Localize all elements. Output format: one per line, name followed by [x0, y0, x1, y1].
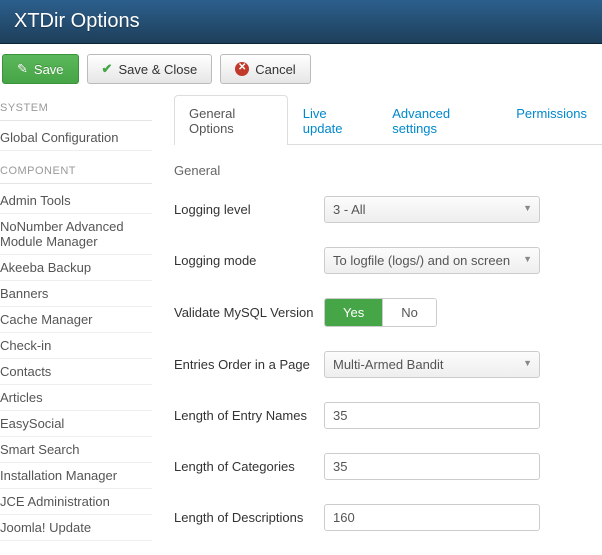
sidebar-item-admin-tools[interactable]: Admin Tools: [0, 188, 152, 214]
page-title: XTDir Options: [14, 10, 588, 33]
sidebar-item-akeeba-backup[interactable]: Akeeba Backup: [0, 255, 152, 281]
field-length-entry-names: Length of Entry Names: [174, 402, 602, 429]
field-length-descriptions: Length of Descriptions: [174, 504, 602, 531]
sidebar-item-banners[interactable]: Banners: [0, 281, 152, 307]
sidebar-group-title: SYSTEM: [0, 98, 152, 121]
sidebar-item-installation-manager[interactable]: Installation Manager: [0, 463, 152, 489]
field-logging-level: Logging level 3 - All: [174, 196, 602, 223]
page-header: XTDir Options: [0, 0, 602, 44]
apply-icon: ✎: [17, 61, 28, 77]
save-close-button-label: Save & Close: [118, 62, 197, 77]
sidebar: SYSTEM Global Configuration COMPONENT Ad…: [0, 94, 152, 555]
sidebar-item-smart-search[interactable]: Smart Search: [0, 437, 152, 463]
main: General Options Live update Advanced set…: [152, 94, 602, 555]
length-descriptions-input[interactable]: [324, 504, 540, 531]
field-label: Validate MySQL Version: [174, 305, 324, 320]
validate-mysql-no[interactable]: No: [382, 299, 436, 326]
toolbar: ✎ Save ✔ Save & Close ✕ Cancel: [0, 44, 602, 94]
validate-mysql-yes[interactable]: Yes: [325, 299, 382, 326]
cancel-button-label: Cancel: [255, 62, 295, 77]
sidebar-item-joomla-update[interactable]: Joomla! Update: [0, 515, 152, 541]
field-length-categories: Length of Categories: [174, 453, 602, 480]
logging-level-select[interactable]: 3 - All: [324, 196, 540, 223]
field-label: Logging level: [174, 202, 324, 217]
validate-mysql-toggle: Yes No: [324, 298, 437, 327]
length-categories-input[interactable]: [324, 453, 540, 480]
sidebar-group-system: SYSTEM Global Configuration: [0, 98, 152, 151]
logging-level-select-wrap: 3 - All: [324, 196, 540, 223]
sidebar-group-title: COMPONENT: [0, 161, 152, 184]
entries-order-select-wrap: Multi-Armed Bandit: [324, 351, 540, 378]
sidebar-item-jce-administration[interactable]: JCE Administration: [0, 489, 152, 515]
field-label: Length of Entry Names: [174, 408, 324, 423]
field-entries-order: Entries Order in a Page Multi-Armed Band…: [174, 351, 602, 378]
tab-advanced-settings[interactable]: Advanced settings: [377, 95, 501, 145]
sidebar-item-check-in[interactable]: Check-in: [0, 333, 152, 359]
entries-order-select[interactable]: Multi-Armed Bandit: [324, 351, 540, 378]
field-label: Entries Order in a Page: [174, 357, 324, 372]
field-validate-mysql: Validate MySQL Version Yes No: [174, 298, 602, 327]
field-label: Logging mode: [174, 253, 324, 268]
sidebar-item-articles[interactable]: Articles: [0, 385, 152, 411]
tabs: General Options Live update Advanced set…: [174, 94, 602, 145]
sidebar-item-contacts[interactable]: Contacts: [0, 359, 152, 385]
field-label: Length of Categories: [174, 459, 324, 474]
sidebar-item-cache-manager[interactable]: Cache Manager: [0, 307, 152, 333]
length-entry-names-input[interactable]: [324, 402, 540, 429]
section-title: General: [174, 163, 602, 178]
sidebar-item-easysocial[interactable]: EasySocial: [0, 411, 152, 437]
logging-mode-select[interactable]: To logfile (logs/) and on screen: [324, 247, 540, 274]
logging-mode-select-wrap: To logfile (logs/) and on screen: [324, 247, 540, 274]
field-label: Length of Descriptions: [174, 510, 324, 525]
sidebar-group-component: COMPONENT Admin Tools NoNumber Advanced …: [0, 161, 152, 541]
sidebar-item-nonumber-advanced-module-manager[interactable]: NoNumber Advanced Module Manager: [0, 214, 152, 255]
sidebar-item-global-configuration[interactable]: Global Configuration: [0, 125, 152, 151]
save-button-label: Save: [34, 62, 64, 77]
tab-live-update[interactable]: Live update: [288, 95, 377, 145]
check-icon: ✔: [102, 61, 113, 77]
save-close-button[interactable]: ✔ Save & Close: [87, 54, 213, 84]
tab-general-options[interactable]: General Options: [174, 95, 288, 145]
field-logging-mode: Logging mode To logfile (logs/) and on s…: [174, 247, 602, 274]
cancel-button[interactable]: ✕ Cancel: [220, 54, 310, 84]
layout: SYSTEM Global Configuration COMPONENT Ad…: [0, 94, 602, 555]
save-button[interactable]: ✎ Save: [2, 54, 79, 84]
cancel-icon: ✕: [235, 62, 249, 76]
tab-permissions[interactable]: Permissions: [501, 95, 602, 145]
